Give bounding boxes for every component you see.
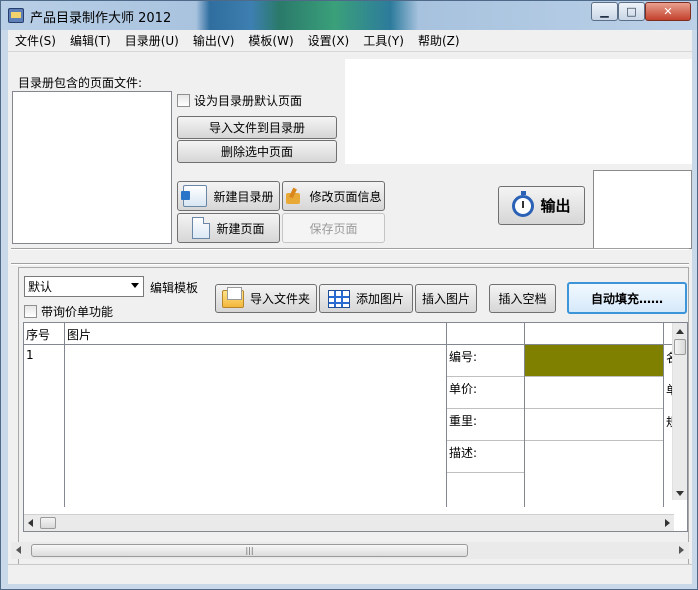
table-row[interactable]: 1 编号: 单价: 重里: 描述: 名 单 <box>24 345 674 507</box>
window-title: 产品目录制作大师 2012 <box>30 11 172 26</box>
template-select[interactable]: 默认 <box>24 276 144 297</box>
field-desc-label: 描述: <box>447 441 524 473</box>
stopwatch-icon <box>512 190 535 217</box>
minimize-button[interactable]: ▁ <box>591 2 618 21</box>
new-catalog-button[interactable]: 新建目录册 <box>177 181 280 211</box>
image-cell[interactable] <box>65 345 447 507</box>
menu-template[interactable]: 模板(W) <box>241 32 300 49</box>
field-price-label: 单价: <box>447 377 524 409</box>
title-bar: 产品目录制作大师 2012 ▁ □ ✕ <box>1 1 697 30</box>
insert-image-button[interactable]: 插入图片 <box>415 284 477 313</box>
app-icon <box>8 8 24 23</box>
pages-label: 目录册包含的页面文件: <box>18 76 143 90</box>
chevron-down-icon[interactable] <box>131 283 139 288</box>
grid-vertical-scrollbar[interactable] <box>672 323 687 500</box>
divider-highlight <box>11 249 689 250</box>
menu-edit[interactable]: 编辑(T) <box>63 32 118 49</box>
folder-check-icon <box>221 286 244 308</box>
import-folder-label: 导入文件夹 <box>249 292 310 306</box>
scroll-thumb[interactable] <box>674 339 686 355</box>
new-page-icon <box>192 217 211 239</box>
field-weight-label: 重里: <box>447 409 524 441</box>
output-button[interactable]: 输出 <box>498 186 585 225</box>
header-image[interactable]: 图片 <box>65 323 447 345</box>
edit-page-info-label: 修改页面信息 <box>309 189 382 204</box>
scroll-thumb[interactable] <box>40 517 56 529</box>
client-area: 目录册包含的页面文件: 设为目录册默认页面 导入文件到目录册 删除选中页面 新建… <box>8 52 692 584</box>
import-folder-button[interactable]: 导入文件夹 <box>215 284 317 313</box>
menu-help[interactable]: 帮助(Z) <box>411 32 467 49</box>
app-window: 产品目录制作大师 2012 ▁ □ ✕ 文件(S) 编辑(T) 目录册(U) 输… <box>0 0 698 590</box>
status-bar <box>8 564 692 584</box>
main-horizontal-scrollbar[interactable]: ||| <box>11 542 689 559</box>
scroll-left-icon[interactable] <box>28 519 33 527</box>
add-image-label: 添加图片 <box>355 292 404 306</box>
add-image-button[interactable]: 添加图片 <box>319 284 413 313</box>
menu-bar: 文件(S) 编辑(T) 目录册(U) 输出(V) 模板(W) 设置(X) 工具(… <box>8 30 692 52</box>
thumbnail-preview <box>593 170 692 249</box>
autofill-button[interactable]: 自动填充…… <box>567 282 687 314</box>
inquiry-label: 带询价单功能 <box>41 305 114 319</box>
edit-hand-icon <box>285 187 303 205</box>
page-file-list[interactable] <box>12 91 172 244</box>
edit-page-info-button[interactable]: 修改页面信息 <box>282 181 385 211</box>
page-preview-area <box>345 59 692 164</box>
menu-tools[interactable]: 工具(Y) <box>356 32 411 49</box>
product-grid[interactable]: 序号 图片 1 编号: 单价: 重里: 描述: <box>23 322 688 532</box>
scroll-thumb[interactable]: ||| <box>31 544 468 557</box>
import-to-catalog-button[interactable]: 导入文件到目录册 <box>177 116 337 139</box>
grid-header: 序号 图片 <box>24 323 674 345</box>
inquiry-checkbox[interactable]: 带询价单功能 <box>24 303 113 320</box>
grid-icon <box>327 289 350 308</box>
header-index[interactable]: 序号 <box>24 323 65 345</box>
new-catalog-icon <box>181 185 208 207</box>
menu-file[interactable]: 文件(S) <box>8 32 63 49</box>
field-value-column[interactable] <box>525 345 664 507</box>
header-blank[interactable] <box>525 323 664 345</box>
field-code-label: 编号: <box>447 345 524 377</box>
save-page-button[interactable]: 保存页面 <box>282 213 385 243</box>
code-value-cell[interactable] <box>525 345 663 377</box>
delete-page-button[interactable]: 删除选中页面 <box>177 140 337 163</box>
new-page-button[interactable]: 新建页面 <box>177 213 280 243</box>
scroll-down-icon[interactable] <box>676 491 684 496</box>
divider-highlight <box>11 264 689 265</box>
field-label-column: 编号: 单价: 重里: 描述: <box>447 345 525 507</box>
weight-value-cell[interactable] <box>525 409 663 441</box>
insert-blank-button[interactable]: 插入空档 <box>489 284 556 313</box>
header-blank[interactable] <box>447 323 525 345</box>
maximize-button[interactable]: □ <box>618 2 645 21</box>
close-button[interactable]: ✕ <box>645 2 691 21</box>
template-select-value: 默认 <box>28 280 53 294</box>
checkbox-box[interactable] <box>24 305 37 318</box>
menu-catalog[interactable]: 目录册(U) <box>118 32 186 49</box>
scroll-right-icon[interactable] <box>679 546 684 554</box>
new-page-label: 新建页面 <box>216 221 265 236</box>
scroll-up-icon[interactable] <box>676 329 684 334</box>
edit-template-link[interactable]: 编辑模板 <box>150 279 198 296</box>
template-panel: 默认 编辑模板 带询价单功能 导入文件夹 添加图片 插入图片 插入空档 自动填充… <box>18 267 689 569</box>
default-page-label: 设为目录册默认页面 <box>194 94 303 108</box>
row-index: 1 <box>24 345 65 507</box>
default-page-checkbox[interactable]: 设为目录册默认页面 <box>177 92 302 109</box>
scroll-right-icon[interactable] <box>665 519 670 527</box>
price-value-cell[interactable] <box>525 377 663 409</box>
scroll-left-icon[interactable] <box>16 546 21 554</box>
new-catalog-label: 新建目录册 <box>213 189 274 204</box>
checkbox-box[interactable] <box>177 94 190 107</box>
output-label: 输出 <box>540 197 571 215</box>
grid-horizontal-scrollbar[interactable] <box>24 514 674 531</box>
menu-settings[interactable]: 设置(X) <box>301 32 357 49</box>
menu-output[interactable]: 输出(V) <box>186 32 242 49</box>
